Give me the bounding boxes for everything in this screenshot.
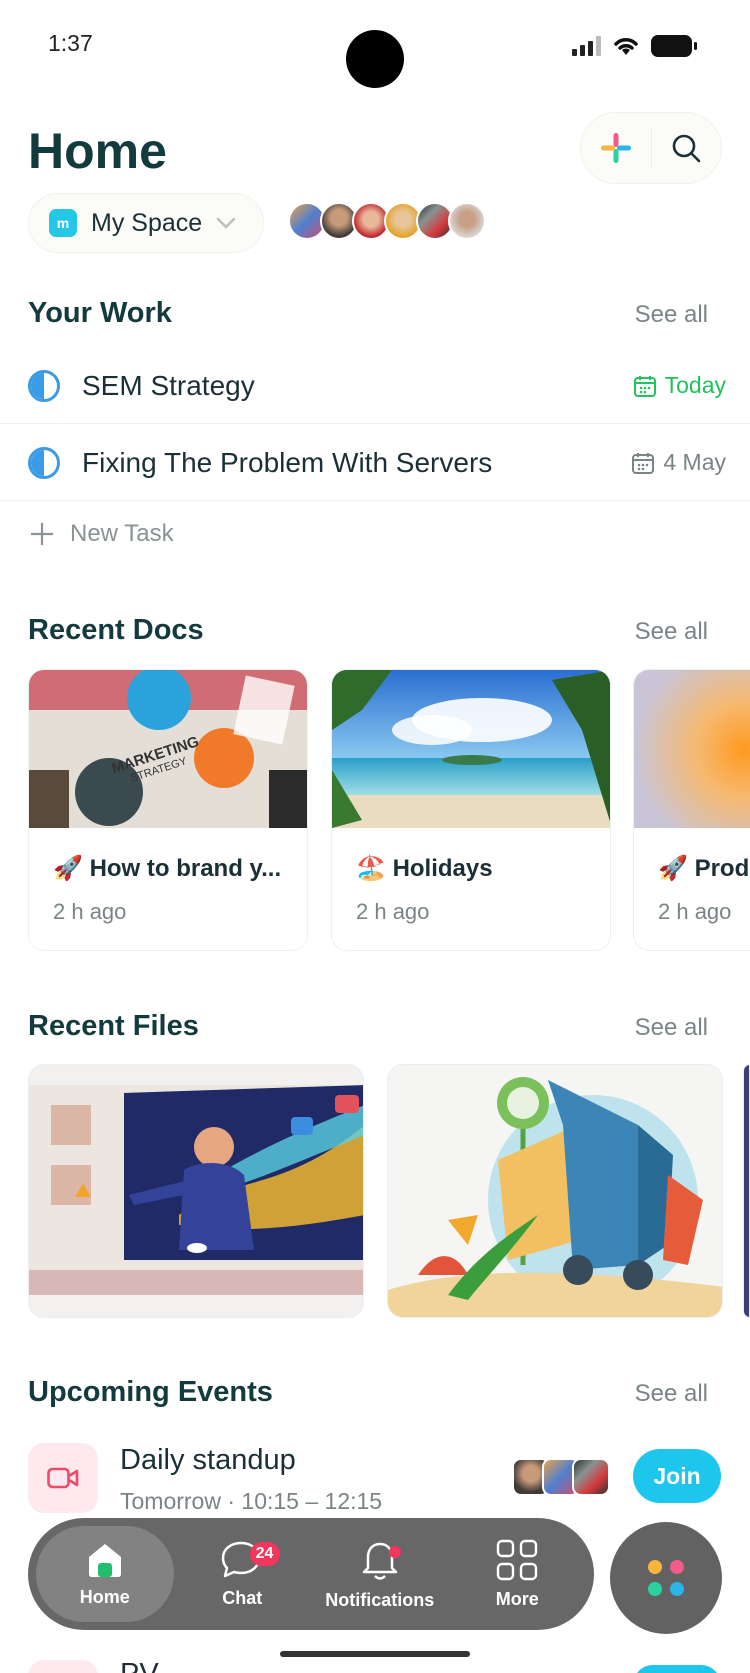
task-name: Fixing The Problem With Servers xyxy=(82,446,493,478)
tab-notifications[interactable]: Notifications xyxy=(311,1526,449,1622)
doc-emoji: 🏖️ xyxy=(356,855,386,882)
avatar xyxy=(448,202,486,240)
new-task-button[interactable]: New Task xyxy=(30,520,174,548)
page-title: Home xyxy=(28,123,167,179)
plus-icon xyxy=(31,523,53,545)
doc-thumbnail xyxy=(332,670,610,828)
search-button[interactable] xyxy=(652,113,722,183)
event-icon xyxy=(28,1660,98,1673)
tab-home[interactable]: Home xyxy=(36,1526,174,1622)
calendar-icon xyxy=(633,375,656,397)
doc-title: How to brand y... xyxy=(89,855,282,882)
recent-docs-title: Recent Docs xyxy=(28,614,204,646)
event-title: PV xyxy=(120,1658,159,1673)
status-time: 1:37 xyxy=(48,30,93,56)
doc-thumbnail: MARKETING STRATEGY xyxy=(29,670,307,828)
task-name: SEM Strategy xyxy=(82,369,255,401)
space-label: My Space xyxy=(91,208,203,237)
top-actions xyxy=(580,112,722,184)
doc-card[interactable]: 🚀 Prod 2 h ago xyxy=(633,669,750,951)
upcoming-events-see-all[interactable]: See all xyxy=(635,1380,708,1408)
space-icon: m xyxy=(49,209,77,237)
new-task-label: New Task xyxy=(70,520,174,547)
home-indicator xyxy=(280,1651,470,1657)
space-selector[interactable]: m My Space xyxy=(28,193,264,253)
join-button[interactable] xyxy=(633,1665,721,1673)
recent-files-title: Recent Files xyxy=(28,1010,199,1042)
file-thumbnail xyxy=(388,1077,722,1317)
notification-dot xyxy=(389,1546,401,1558)
task-due-date: 4 May xyxy=(663,449,726,475)
tab-chat[interactable]: 24 Chat xyxy=(174,1526,312,1622)
status-icons xyxy=(572,34,698,58)
search-icon xyxy=(672,134,701,163)
chat-badge: 24 xyxy=(249,1542,280,1566)
doc-time: 2 h ago xyxy=(53,899,127,924)
event-attendees xyxy=(512,1458,610,1496)
file-card[interactable] xyxy=(387,1064,723,1318)
tab-label: More xyxy=(495,1588,539,1609)
grid-icon xyxy=(497,1539,538,1580)
tab-label: Chat xyxy=(222,1587,263,1608)
doc-title: Holidays xyxy=(392,855,493,882)
task-due-date: Today xyxy=(664,372,726,398)
video-icon xyxy=(47,1467,79,1489)
tab-more[interactable]: More xyxy=(449,1526,587,1622)
wifi-icon xyxy=(614,38,638,55)
recent-files-see-all[interactable]: See all xyxy=(635,1014,708,1042)
doc-emoji: 🚀 xyxy=(53,855,83,882)
your-work-see-all[interactable]: See all xyxy=(635,301,708,329)
signal-icon xyxy=(572,36,601,56)
add-button[interactable] xyxy=(581,113,651,183)
calendar-icon xyxy=(632,452,655,474)
event-title: Daily standup xyxy=(120,1444,296,1476)
bottom-tab-bar: Home 24 Chat Notifications More xyxy=(28,1518,594,1630)
join-button[interactable]: Join xyxy=(633,1449,721,1503)
chevron-down-icon xyxy=(216,217,236,229)
task-row[interactable]: SEM Strategy Today xyxy=(0,348,750,424)
camera-cutout xyxy=(346,30,404,88)
recent-docs-see-all[interactable]: See all xyxy=(635,618,708,646)
event-time: Tomorrow · 10:15 – 12:15 xyxy=(120,1488,383,1514)
file-thumbnail xyxy=(29,1085,363,1295)
plus-icon xyxy=(600,133,631,163)
file-card[interactable] xyxy=(743,1064,750,1318)
task-status-icon[interactable] xyxy=(28,369,60,402)
task-row[interactable]: Fixing The Problem With Servers 4 May xyxy=(0,425,750,501)
tab-label: Home xyxy=(79,1586,130,1607)
tab-label: Notifications xyxy=(325,1589,435,1610)
home-icon xyxy=(88,1543,121,1577)
doc-time: 2 h ago xyxy=(356,899,430,924)
apps-icon xyxy=(648,1560,684,1596)
doc-time: 2 h ago xyxy=(658,899,732,924)
member-avatars[interactable] xyxy=(288,202,486,240)
upcoming-events-title: Upcoming Events xyxy=(28,1376,273,1408)
task-status-icon[interactable] xyxy=(28,446,60,479)
event-icon xyxy=(28,1443,98,1513)
apps-button[interactable] xyxy=(610,1522,722,1634)
doc-title: Prod xyxy=(694,855,750,882)
battery-icon xyxy=(651,35,697,57)
doc-thumbnail xyxy=(634,670,750,828)
avatar xyxy=(572,1458,610,1496)
doc-card[interactable]: MARKETING STRATEGY 🚀 How to brand y... 2… xyxy=(28,669,308,951)
doc-emoji: 🚀 xyxy=(658,855,688,882)
file-card[interactable] xyxy=(28,1064,364,1318)
bell-icon xyxy=(362,1542,397,1580)
doc-card[interactable]: 🏖️ Holidays 2 h ago xyxy=(331,669,611,951)
your-work-title: Your Work xyxy=(28,297,172,329)
